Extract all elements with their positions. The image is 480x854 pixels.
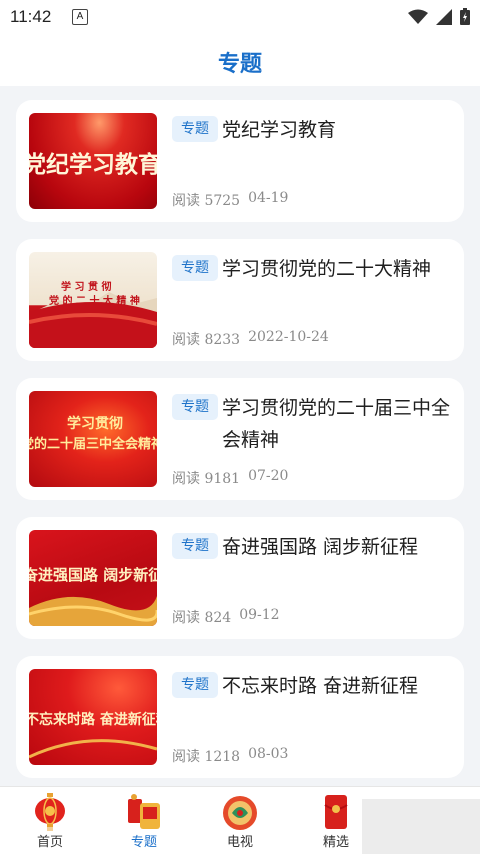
read-label: 阅读	[172, 471, 200, 487]
article-meta: 阅读 5725 04-19	[172, 190, 288, 210]
topic-tag: 专题	[172, 255, 218, 281]
article-card[interactable]: 不忘来时路 奋进新征程 专题 不忘来时路 奋进新征程 阅读 1218 08-03	[16, 656, 464, 778]
article-card[interactable]: 党纪学习教育 专题 党纪学习教育 阅读 5725 04-19	[16, 100, 464, 222]
nav-label: 电视	[226, 835, 253, 850]
nav-label: 专题	[130, 835, 157, 850]
topic-tag: 专题	[172, 116, 218, 142]
thumbnail-text: 学 习 贯 彻	[61, 282, 112, 293]
thumbnail-text: 学习贯彻	[67, 416, 123, 432]
notification-icon: A	[72, 9, 88, 25]
article-date: 07-20	[248, 468, 289, 484]
lantern-icon	[35, 793, 65, 831]
topic-tag: 专题	[172, 672, 218, 698]
article-title: 不忘来时路 奋进新征程	[222, 675, 419, 697]
nav-tv[interactable]: 电视	[192, 787, 288, 854]
article-card[interactable]: 奋进强国路 阔步新征程 专题 奋进强国路 阔步新征程 阅读 824 09-12	[16, 517, 464, 639]
article-card[interactable]: 学习贯彻 党的二十届三中全会精神 专题 学习贯彻党的二十届三中全会精神 阅读 9…	[16, 378, 464, 500]
article-thumbnail: 学 习 贯 彻 党 的 二 十 大 精 神	[29, 252, 157, 348]
read-label: 阅读	[172, 610, 200, 626]
topic-tag: 专题	[172, 394, 218, 420]
article-title: 奋进强国路 阔步新征程	[222, 536, 419, 558]
nav-label: 首页	[36, 835, 63, 850]
thumbnail-text: 党 的 二 十 大 精 神	[49, 296, 140, 307]
status-time: 11:42	[10, 7, 52, 26]
article-meta: 阅读 9181 07-20	[172, 468, 288, 488]
article-date: 04-19	[248, 190, 289, 206]
read-label: 阅读	[172, 332, 200, 348]
read-count: 824	[204, 610, 232, 626]
article-card[interactable]: 学 习 贯 彻 党 的 二 十 大 精 神 专题 学习贯彻党的二十大精神 阅读 …	[16, 239, 464, 361]
article-date: 2022-10-24	[248, 329, 329, 345]
topic-icon	[128, 794, 160, 829]
status-icons	[408, 8, 470, 25]
thumbnail-text: 不忘来时路 奋进新征程	[29, 712, 157, 728]
read-count: 1218	[204, 749, 241, 765]
blurred-overlay	[362, 799, 480, 854]
thumbnail-text: 奋进强国路 阔步新征程	[29, 566, 157, 584]
read-count: 5725	[204, 193, 241, 209]
article-meta: 阅读 8233 2022-10-24	[172, 329, 329, 349]
thumbnail-text: 党的二十届三中全会精神	[29, 437, 157, 452]
read-label: 阅读	[172, 749, 200, 765]
red-envelope-icon	[324, 795, 348, 829]
page-header: 专题	[0, 34, 480, 86]
article-thumbnail: 党纪学习教育	[29, 113, 157, 209]
wifi-icon	[408, 9, 428, 24]
read-label: 阅读	[172, 193, 200, 209]
article-title: 学习贯彻党的二十届三中全会精神	[222, 397, 451, 451]
read-count: 9181	[204, 471, 241, 487]
battery-icon	[460, 8, 470, 25]
status-bar: 11:42 A	[0, 0, 480, 34]
article-meta: 阅读 824 09-12	[172, 607, 280, 627]
page-title: 专题	[217, 52, 262, 77]
article-thumbnail: 学习贯彻 党的二十届三中全会精神	[29, 391, 157, 487]
article-thumbnail: 不忘来时路 奋进新征程	[29, 669, 157, 765]
article-title: 学习贯彻党的二十大精神	[222, 258, 432, 280]
article-date: 09-12	[239, 607, 280, 623]
article-meta: 阅读 1218 08-03	[172, 746, 288, 766]
thumbnail-text: 党纪学习教育	[29, 151, 157, 178]
article-date: 08-03	[248, 746, 289, 762]
read-count: 8233	[204, 332, 241, 348]
article-list: 党纪学习教育 专题 党纪学习教育 阅读 5725 04-19 学 习 贯 彻 党…	[16, 100, 464, 795]
article-thumbnail: 奋进强国路 阔步新征程	[29, 530, 157, 626]
nav-home[interactable]: 首页	[2, 787, 98, 854]
article-title: 党纪学习教育	[222, 119, 337, 141]
tv-icon	[223, 796, 257, 830]
nav-topic[interactable]: 专题	[96, 787, 192, 854]
topic-tag: 专题	[172, 533, 218, 559]
signal-icon	[436, 8, 452, 25]
bottom-nav: 首页 专题 电视 精选	[0, 786, 480, 854]
